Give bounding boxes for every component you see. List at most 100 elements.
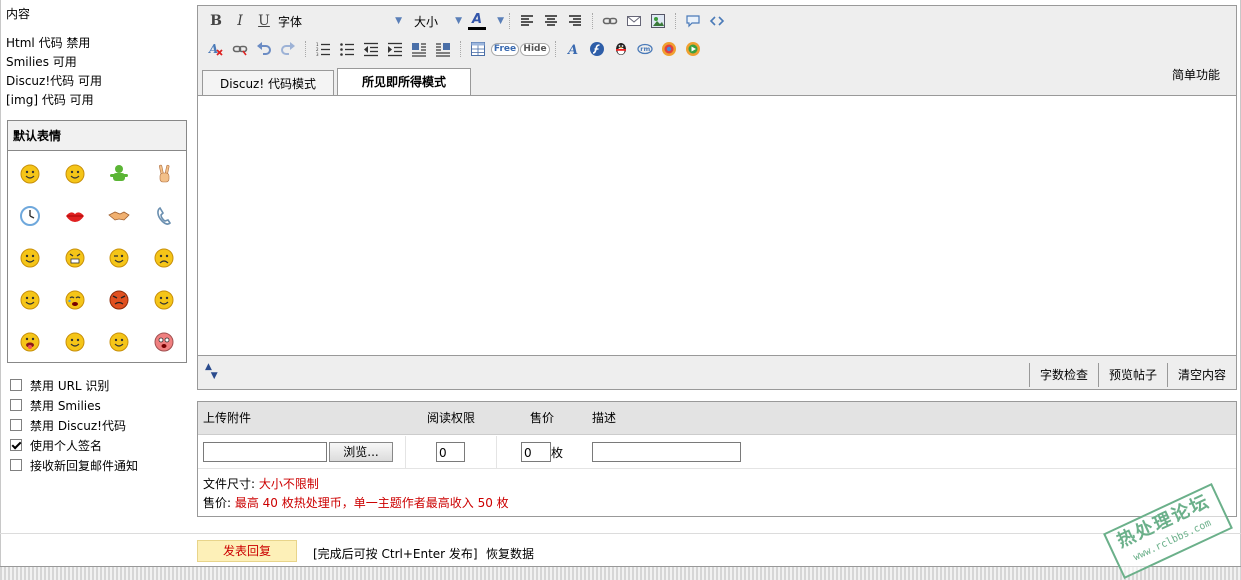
insert-realmedia-button[interactable]: rm [633,38,657,60]
font-color-button[interactable]: A ▼ [468,10,504,32]
undo-button[interactable] [252,38,276,60]
smiley-handshake-icon[interactable] [97,195,142,237]
smiley-grin-icon[interactable] [53,153,98,195]
font-color-icon: A [468,12,486,30]
option-disable-smilies[interactable]: 禁用 Smilies [10,395,190,415]
checkbox-email-notify[interactable] [10,459,22,471]
unlink-button[interactable] [228,38,252,60]
italic-button[interactable]: I [228,10,252,32]
smiley-telephone-icon[interactable] [142,195,187,237]
media-video-icon [686,42,700,56]
insert-font-style-button[interactable]: A [561,38,585,60]
underline-button[interactable]: U [252,10,276,32]
attachment-row: 浏览... 0 0 枚 [198,436,1236,468]
post-options: 禁用 URL 识别 禁用 Smilies 禁用 Discuz!代码 使用个人签名… [10,375,190,475]
restore-data-link[interactable]: 恢复数据 [486,545,534,562]
smiley-smile-icon[interactable] [8,153,53,195]
upload-cell: 浏览... [203,436,393,468]
checkbox-disable-smilies[interactable] [10,399,22,411]
checkbox-disable-discuz-code[interactable] [10,419,22,431]
insert-email-button[interactable] [622,10,646,32]
toolbar-separator [675,13,676,29]
rich-text-editor: B I U 字体 ▼ 大小 ▼ A ▼ A 1 2 3 Free Hide A … [197,5,1237,390]
insert-quote-button[interactable] [681,10,705,32]
insert-qq-button[interactable] [609,38,633,60]
submit-reply-button[interactable]: 发表回复 [197,540,297,562]
smiley-green-person-icon[interactable] [97,153,142,195]
bullet-list-button[interactable] [335,38,359,60]
align-center-button[interactable] [539,10,563,32]
smiley-surprised-icon[interactable] [142,321,187,363]
option-email-notify[interactable]: 接收新回复邮件通知 [10,455,190,475]
insert-flash-button[interactable] [585,38,609,60]
tab-discuz-code-mode[interactable]: Discuz! 代码模式 [202,70,334,96]
smiley-lips-icon[interactable] [53,195,98,237]
float-right-button[interactable] [431,38,455,60]
option-label: 禁用 Smilies [30,398,101,413]
insert-image-button[interactable] [646,10,670,32]
redo-button[interactable] [276,38,300,60]
indent-button[interactable] [383,38,407,60]
browse-button[interactable]: 浏览... [329,442,393,462]
smiley-smile-icon[interactable] [8,237,53,279]
read-permission-input[interactable]: 0 [436,442,465,462]
checkbox-use-signature[interactable] [10,439,22,451]
smiley-clock-icon[interactable] [8,195,53,237]
angry-face-icon [65,248,85,268]
align-right-icon [569,15,581,26]
price-input[interactable]: 0 [521,442,551,462]
redo-icon [281,42,295,55]
file-size-value: 大小不限制 [258,477,319,491]
smiley-victory-hand-icon[interactable] [142,153,187,195]
remove-format-button[interactable]: A [204,38,228,60]
option-disable-discuz-code[interactable]: 禁用 Discuz!代码 [10,415,190,435]
toolbar-row-1: B I U 字体 ▼ 大小 ▼ A ▼ [204,9,729,33]
clear-content-button[interactable]: 清空内容 [1166,363,1236,387]
attachment-divider [198,468,1236,469]
outdent-icon [364,42,378,57]
smiley-tongue-icon[interactable] [8,321,53,363]
insert-table-button[interactable] [466,38,490,60]
smiley-wink-icon[interactable] [97,237,142,279]
bold-button[interactable]: B [204,10,228,32]
option-disable-url[interactable]: 禁用 URL 识别 [10,375,190,395]
float-left-button[interactable] [407,38,431,60]
insert-code-button[interactable] [705,10,729,32]
smiley-angry-icon[interactable] [53,237,98,279]
font-select-label: 字体 [278,14,303,29]
smiley-cry-icon[interactable] [53,279,98,321]
insert-hide-button[interactable]: Hide [520,38,550,60]
checkbox-disable-url[interactable] [10,379,22,391]
insert-wmv-button[interactable] [681,38,705,60]
editor-content-area[interactable] [198,95,1236,356]
word-count-button[interactable]: 字数检查 [1028,363,1098,387]
smiley-shy-icon[interactable] [142,279,187,321]
smiley-sad-icon[interactable] [142,237,187,279]
undo-icon [257,42,271,55]
smiley-happy-icon[interactable] [8,279,53,321]
insert-wma-button[interactable] [657,38,681,60]
preview-post-button[interactable]: 预览帖子 [1097,363,1167,387]
toolbar-separator [305,41,306,57]
simple-mode-link[interactable]: 简单功能 [1172,66,1220,83]
free-icon: Free [490,42,520,56]
smilies-panel: 默认表情 [7,120,187,363]
align-right-button[interactable] [563,10,587,32]
insert-link-button[interactable] [598,10,622,32]
option-use-signature[interactable]: 使用个人签名 [10,435,190,455]
resize-handle-icon[interactable]: ▲ ▼ [205,363,225,385]
file-path-input[interactable] [203,442,327,462]
insert-free-button[interactable]: Free [490,38,520,60]
smiley-mad-icon[interactable] [97,279,142,321]
smiley-sleepy-icon[interactable] [53,321,98,363]
font-size-select[interactable]: 大小 ▼ [412,11,464,31]
price-cell: 0 枚 [521,436,563,468]
tongue-face-icon [20,332,40,352]
smiley-shocked-icon[interactable] [97,321,142,363]
tab-wysiwyg-mode[interactable]: 所见即所得模式 [337,68,471,97]
align-left-button[interactable] [515,10,539,32]
font-family-select[interactable]: 字体 ▼ [276,11,404,31]
ordered-list-button[interactable]: 123 [311,38,335,60]
description-input[interactable] [592,442,741,462]
outdent-button[interactable] [359,38,383,60]
